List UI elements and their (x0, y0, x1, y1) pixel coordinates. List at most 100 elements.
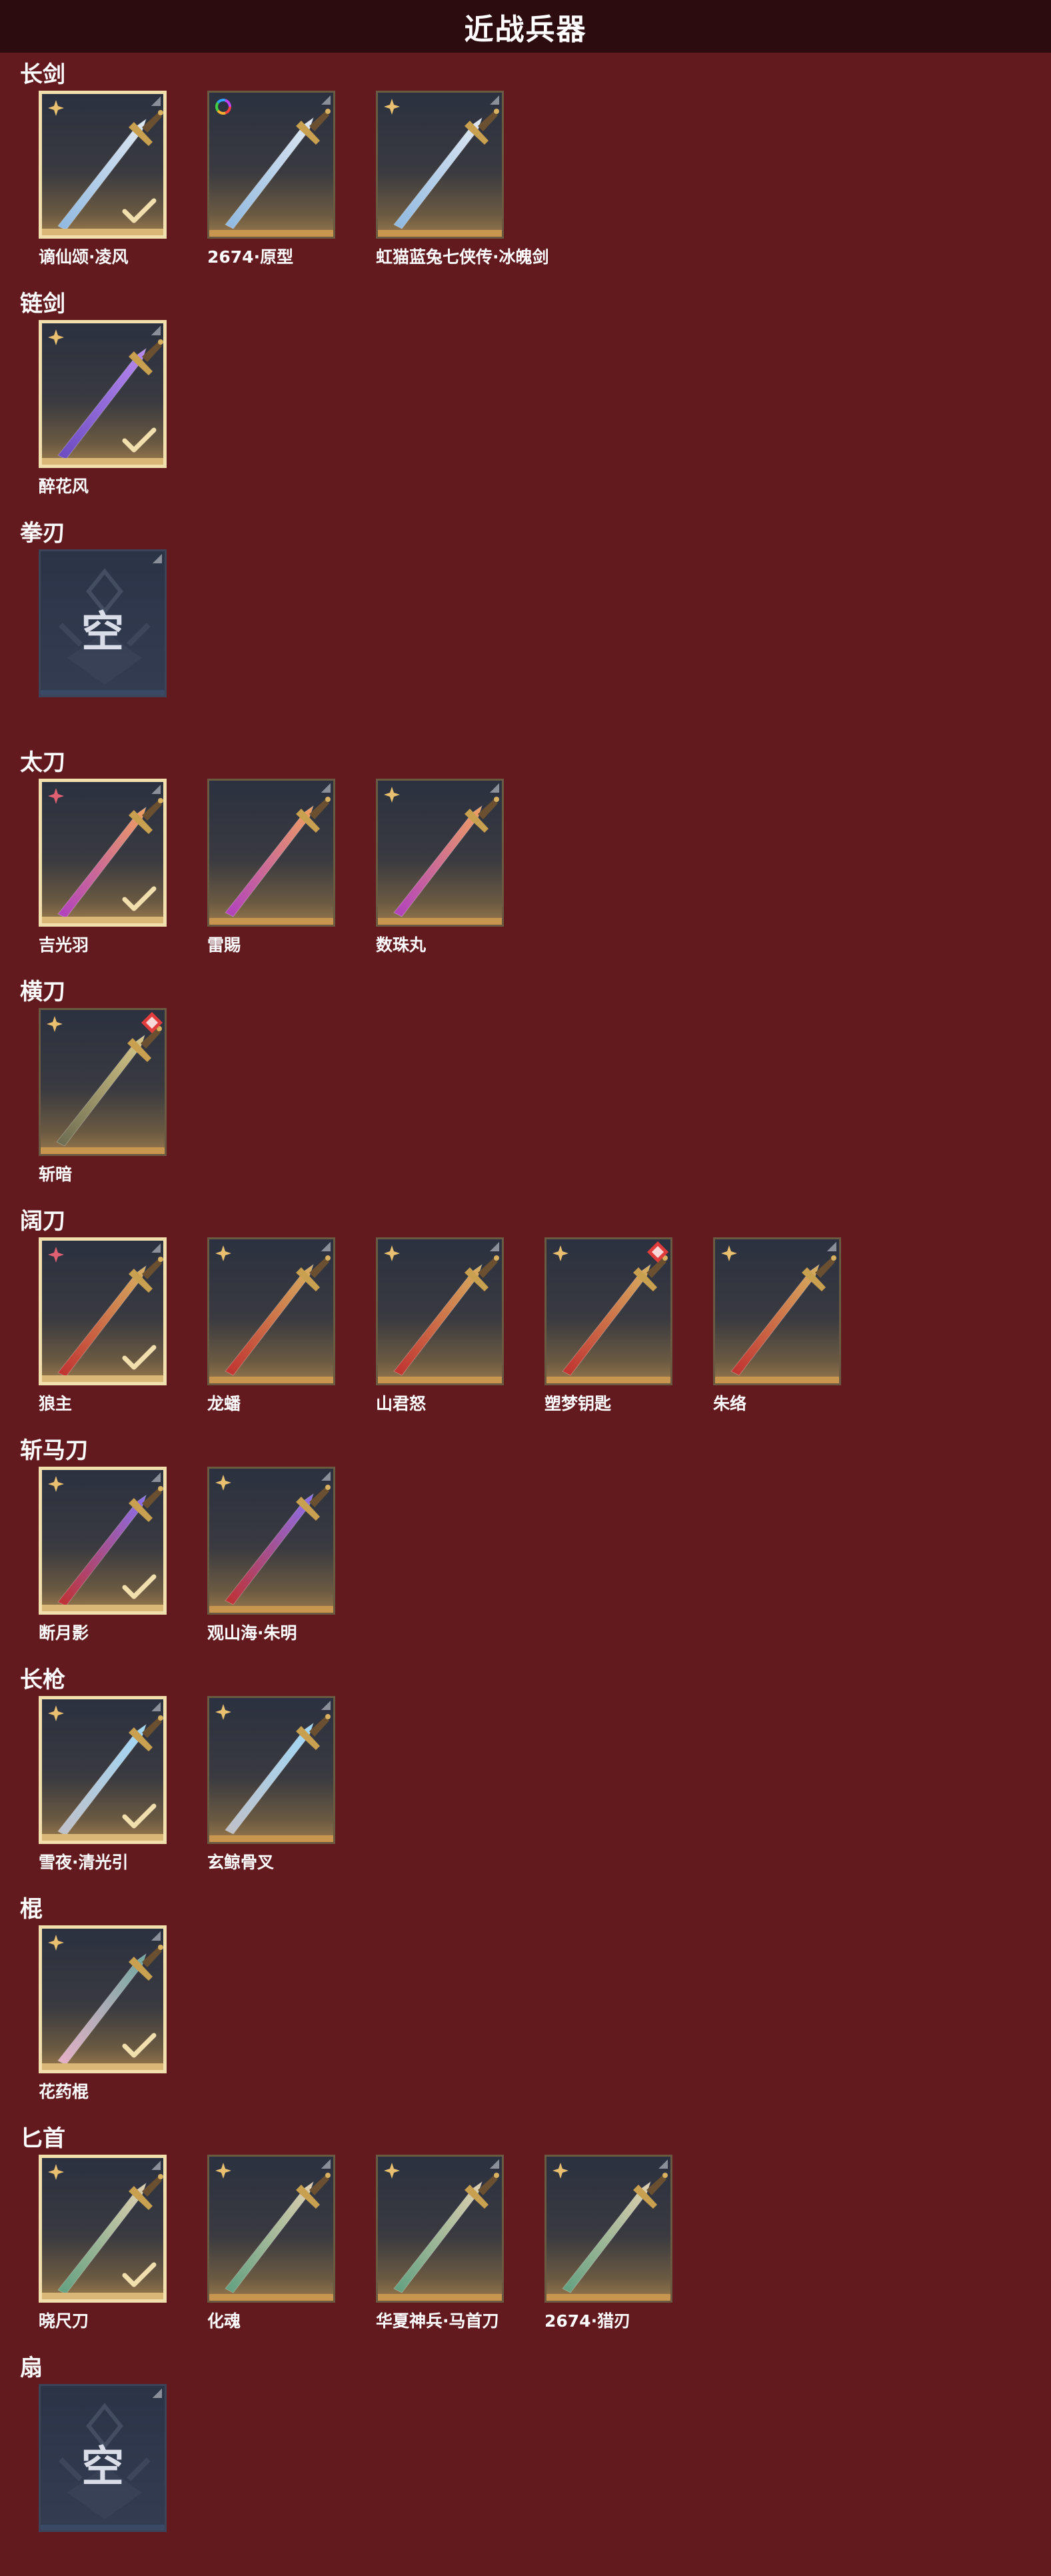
gold-star-icon (215, 1704, 231, 1720)
weapon-name: 化魂 (207, 2311, 241, 2331)
weapon-item[interactable]: 化魂 (207, 2155, 338, 2332)
weapon-item[interactable]: 狼主 (39, 1237, 169, 1415)
weapon-card[interactable] (207, 779, 335, 927)
weapon-card[interactable] (207, 91, 335, 239)
weapon-item[interactable]: 塑梦钥匙 (544, 1237, 675, 1415)
card-bottom-bar (42, 1834, 163, 1841)
weapon-item[interactable]: 玄鲸骨叉 (207, 1696, 338, 1873)
gold-star-icon (384, 99, 400, 115)
weapon-item[interactable]: 2674·原型 (207, 91, 338, 268)
weapon-name: 玄鲸骨叉 (207, 1853, 275, 1872)
red-diamond-icon (647, 1241, 668, 1263)
weapon-card[interactable] (39, 320, 167, 468)
weapon-item[interactable]: 2674·猎刃 (544, 2155, 675, 2332)
weapon-name: 山君怒 (376, 1394, 427, 1413)
weapon-card[interactable] (39, 1008, 167, 1156)
category-section: 斩马刀断月影 观山海·朱明 (0, 1429, 1051, 1659)
weapon-card[interactable] (713, 1237, 841, 1385)
dagger-weapon-icon (225, 2173, 331, 2293)
weapon-card[interactable] (207, 2155, 335, 2303)
broadblade-weapon-icon (393, 1255, 499, 1376)
card-bottom-bar (41, 2525, 165, 2530)
empty-weapon-slot[interactable]: 空 (39, 2384, 169, 2532)
weapon-name: 狼主 (39, 1394, 73, 1413)
weapon-name: 朱络 (713, 1394, 747, 1413)
empty-weapon-slot[interactable]: 空 (39, 549, 169, 697)
spear-weapon-icon (225, 1714, 331, 1835)
weapon-card[interactable] (207, 1467, 335, 1615)
weapon-card[interactable] (39, 1925, 167, 2073)
card-bottom-bar (546, 2294, 670, 2301)
weapon-card[interactable] (207, 1696, 335, 1844)
weapon-item[interactable]: 晓尺刀 (39, 2155, 169, 2332)
dagger-weapon-icon (562, 2173, 668, 2293)
gold-star-icon (215, 2163, 231, 2179)
corner-fold-icon (151, 785, 161, 794)
category-label: 阔刀 (20, 1208, 65, 1235)
gold-star-icon (215, 1475, 231, 1491)
weapon-card[interactable] (39, 2155, 167, 2303)
red-star-icon (48, 1247, 64, 1263)
weapon-card[interactable] (39, 1467, 167, 1615)
gold-star-icon (48, 1935, 64, 1951)
weapon-name: 观山海·朱明 (207, 1623, 297, 1643)
weapon-item[interactable]: 虹猫蓝兔七侠传·冰魄剑 (376, 91, 549, 268)
category-label: 太刀 (20, 749, 65, 776)
weapon-item[interactable]: 雪夜·清光引 (39, 1696, 169, 1873)
gold-star-icon (48, 100, 64, 116)
weapon-item[interactable]: 吉光羽 (39, 779, 169, 956)
category-label: 扇 (20, 2355, 43, 2381)
weapon-card[interactable] (39, 1696, 167, 1844)
weapon-card[interactable] (544, 2155, 672, 2303)
card-bottom-bar (378, 1377, 502, 1383)
category-label: 链剑 (20, 291, 65, 317)
card-bottom-bar (209, 1835, 333, 1842)
empty-slot-card[interactable]: 空 (39, 549, 167, 697)
weapon-name: 断月影 (39, 1623, 89, 1643)
weapon-item[interactable]: 龙蟠 (207, 1237, 338, 1415)
checkmark-icon (122, 427, 157, 453)
weapon-item[interactable]: 数珠丸 (376, 779, 507, 956)
rainbow-ring-icon (215, 99, 231, 115)
weapon-card[interactable] (39, 779, 167, 927)
weapon-card[interactable] (39, 91, 167, 239)
weapon-card[interactable] (376, 779, 504, 927)
weapon-card[interactable] (376, 1237, 504, 1385)
weapon-item[interactable]: 华夏神兵·马首刀 (376, 2155, 507, 2332)
weapon-item[interactable]: 观山海·朱明 (207, 1467, 338, 1644)
corner-fold-icon (827, 1242, 836, 1251)
corner-fold-icon (490, 2159, 499, 2169)
weapon-item[interactable]: 朱络 (713, 1237, 844, 1415)
weapon-card[interactable] (544, 1237, 672, 1385)
weapon-name: 华夏神兵·马首刀 (376, 2311, 499, 2331)
weapon-name: 醉花风 (39, 477, 89, 496)
empty-slot-card[interactable]: 空 (39, 2384, 167, 2532)
weapon-card[interactable] (39, 1237, 167, 1385)
weapon-item[interactable]: 雷賜 (207, 779, 338, 956)
weapon-item[interactable]: 花药棍 (39, 1925, 169, 2103)
corner-fold-icon (658, 2159, 668, 2169)
sword-weapon-icon (225, 109, 331, 229)
category-section: 扇空 (0, 2347, 1051, 2576)
empty-slot-label: 空 (81, 2443, 124, 2492)
category-section: 长枪 雪夜·清光引 玄鲸骨叉 (0, 1659, 1051, 1888)
gold-star-icon (48, 1705, 64, 1721)
weapon-card[interactable] (376, 2155, 504, 2303)
weapon-item[interactable]: 醉花风 (39, 320, 169, 497)
weapon-item[interactable]: 斩暗 (39, 1008, 169, 1185)
corner-fold-icon (151, 97, 161, 106)
weapon-card[interactable] (376, 91, 504, 239)
weapon-item[interactable]: 谪仙颂·凌风 (39, 91, 169, 268)
weapon-item[interactable]: 山君怒 (376, 1237, 507, 1415)
weapon-name: 2674·原型 (207, 247, 294, 267)
corner-fold-icon (153, 554, 162, 563)
category-section: 匕首 晓尺刀 化魂 华夏神兵·马首刀 2674·猎刃 (0, 2117, 1051, 2347)
card-bottom-bar (41, 1147, 165, 1154)
category-label: 棍 (20, 1896, 43, 1923)
weapon-card[interactable] (207, 1237, 335, 1385)
card-bottom-bar (209, 1606, 333, 1613)
weapon-item[interactable]: 断月影 (39, 1467, 169, 1644)
corner-fold-icon (321, 783, 331, 793)
red-diamond-icon (141, 1012, 163, 1033)
category-label: 斩马刀 (20, 1437, 88, 1464)
